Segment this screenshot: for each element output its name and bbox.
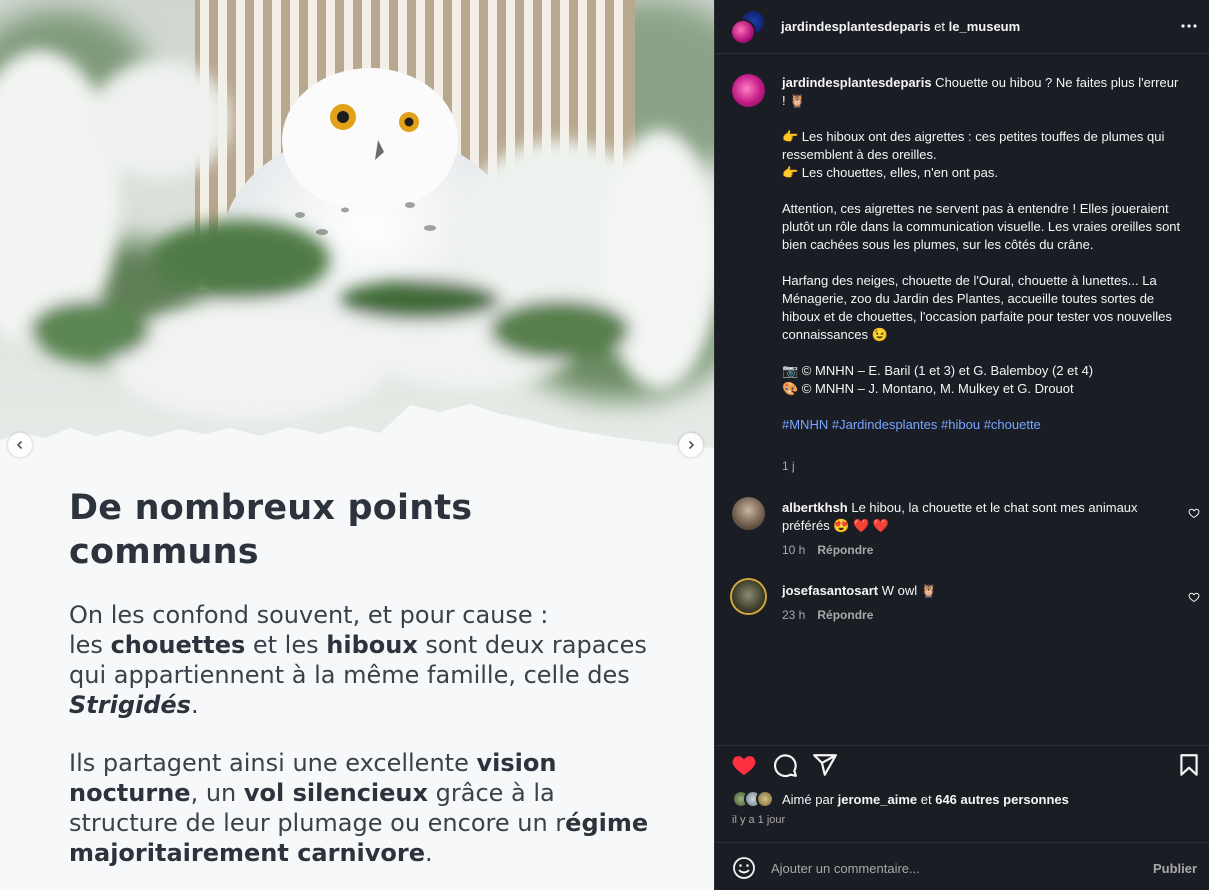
- hashtag-link[interactable]: #hibou: [941, 417, 980, 432]
- slide-bold-text: vol silencieux: [243, 779, 428, 807]
- post-side-panel: jardindesplantesdeparis et le_museum jar…: [714, 0, 1209, 890]
- collaborator-username[interactable]: le_museum: [949, 19, 1021, 34]
- slide-text: Ils partagent ainsi une excellente: [69, 749, 477, 777]
- chevron-right-icon: [688, 440, 695, 450]
- liker-avatar: [756, 790, 774, 808]
- more-options-icon[interactable]: [1178, 17, 1200, 35]
- caption-author-avatar[interactable]: [732, 74, 765, 107]
- hashtag-link[interactable]: #Jardindesplantes: [832, 417, 938, 432]
- commenter-avatar[interactable]: [732, 580, 765, 613]
- previous-slide-button[interactable]: [8, 433, 32, 457]
- caption-text: Attention, ces aigrettes ne servent pas …: [782, 201, 1181, 252]
- likes-count[interactable]: 646 autres personnes: [935, 792, 1069, 807]
- commenter-username[interactable]: albertkhsh: [782, 500, 848, 515]
- authors-joiner: et: [930, 19, 949, 34]
- comment-text: W owl 🦉: [878, 583, 937, 598]
- comment-input[interactable]: [771, 855, 1131, 881]
- comment-timestamp[interactable]: 10 h: [782, 543, 805, 557]
- liker-username[interactable]: jerome_aime: [838, 792, 918, 807]
- slide-title: De nombreux points communs: [69, 488, 473, 572]
- chevron-left-icon: [16, 440, 23, 450]
- slide-italic-text: Strigidés: [69, 691, 191, 719]
- post-caption: jardindesplantesdeparis Chouette ou hibo…: [782, 74, 1182, 434]
- caption-text: 🎨 © MNHN – J. Montano, M. Mulkey et G. D…: [782, 381, 1074, 396]
- slide-text: les: [69, 631, 111, 659]
- caption-hashtags: #MNHN #Jardindesplantes #hibou #chouette: [782, 416, 1182, 434]
- likes-prefix: Aimé par: [782, 791, 838, 807]
- like-comment-heart-icon[interactable]: [1188, 507, 1200, 519]
- slide-text: On les confond souvent, et pour cause :: [69, 601, 549, 629]
- post-authors: jardindesplantesdeparis et le_museum: [781, 19, 1020, 34]
- caption-timestamp[interactable]: 1 j: [782, 459, 795, 473]
- caption-text: Harfang des neiges, chouette de l'Oural,…: [782, 273, 1172, 342]
- like-comment-heart-icon[interactable]: [1188, 591, 1200, 603]
- slide-text-block: De nombreux points communs On les confon…: [69, 486, 669, 868]
- share-send-icon[interactable]: [812, 752, 838, 778]
- hashtag-link[interactable]: #chouette: [984, 417, 1041, 432]
- caption-text: 👉 Les hiboux ont des aigrettes : ces pet…: [782, 129, 1165, 162]
- slide-text: et les: [245, 631, 327, 659]
- hashtag-link[interactable]: #MNHN: [782, 417, 828, 432]
- liked-heart-icon[interactable]: [731, 752, 757, 778]
- comment-body: albertkhsh Le hibou, la chouette et le c…: [782, 499, 1172, 535]
- likes-joiner: et: [917, 791, 936, 807]
- slide-paragraph-2: Ils partagent ainsi une excellente visio…: [69, 748, 649, 868]
- author-avatar[interactable]: [730, 19, 756, 45]
- reply-button[interactable]: Répondre: [817, 608, 873, 622]
- slide-bold-text: chouettes: [110, 631, 246, 659]
- post-header: jardindesplantesdeparis et le_museum: [715, 0, 1209, 54]
- comment-meta: 23 h Répondre: [782, 608, 873, 622]
- post-media: De nombreux points communs On les confon…: [0, 0, 714, 890]
- author-username[interactable]: jardindesplantesdeparis: [781, 19, 931, 34]
- instagram-post-viewer: De nombreux points communs On les confon…: [0, 0, 1209, 890]
- post-date[interactable]: il y a 1 jour: [732, 814, 785, 826]
- comment-timestamp[interactable]: 23 h: [782, 608, 805, 622]
- caption-text: 👉 Les chouettes, elles, n'en ont pas.: [782, 165, 998, 180]
- publish-button[interactable]: Publier: [1153, 861, 1197, 876]
- comment-composer: Publier: [715, 842, 1209, 890]
- next-slide-button[interactable]: [679, 433, 703, 457]
- slide-bold-text: hiboux: [326, 631, 418, 659]
- caption-username[interactable]: jardindesplantesdeparis: [782, 75, 932, 90]
- slide-text: .: [190, 691, 199, 719]
- comment-bubble-icon[interactable]: [772, 752, 798, 778]
- commenter-avatar[interactable]: [732, 497, 765, 530]
- likes-text[interactable]: Aimé par jerome_aime et 646 autres perso…: [782, 792, 1069, 807]
- comment-body: josefasantosart W owl 🦉: [782, 582, 1172, 600]
- post-actions-bar: [715, 745, 1209, 785]
- emoji-icon[interactable]: [732, 856, 756, 880]
- slide-text: .: [425, 839, 433, 867]
- slide-paragraph-1: On les confond souvent, et pour cause : …: [69, 600, 649, 720]
- likes-summary: Aimé par jerome_aime et 646 autres perso…: [732, 790, 1069, 808]
- save-bookmark-icon[interactable]: [1176, 752, 1202, 778]
- commenter-username[interactable]: josefasantosart: [782, 583, 878, 598]
- slide-text: , un: [190, 779, 244, 807]
- reply-button[interactable]: Répondre: [817, 543, 873, 557]
- comment-meta: 10 h Répondre: [782, 543, 873, 557]
- owl-photo: [0, 0, 714, 470]
- caption-text: 📷 © MNHN – E. Baril (1 et 3) et G. Balem…: [782, 363, 1094, 378]
